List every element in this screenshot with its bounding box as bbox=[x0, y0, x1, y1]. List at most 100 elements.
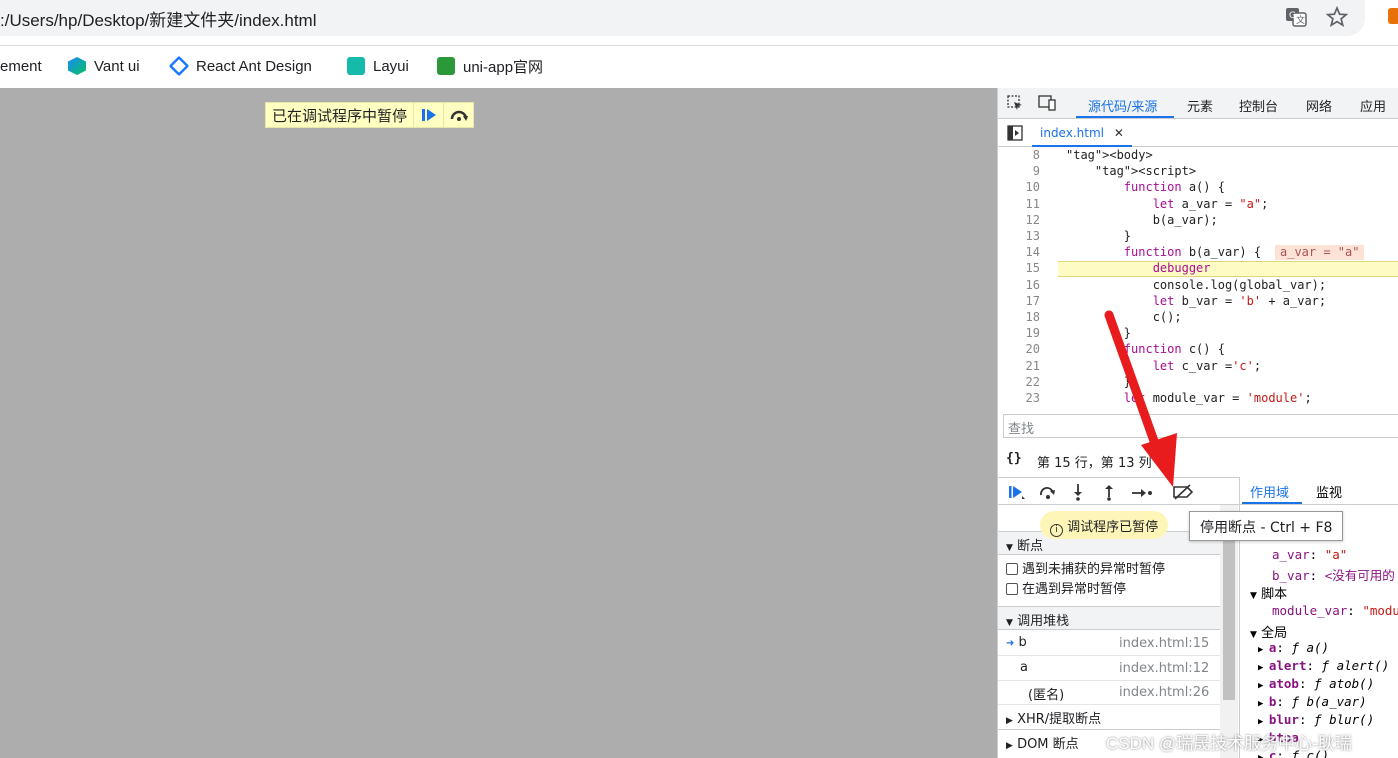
scope-global-entry[interactable]: ▶ alert: ƒ alert() bbox=[1258, 658, 1389, 673]
inspect-element-icon[interactable] bbox=[1007, 95, 1023, 111]
line-number[interactable]: 20 bbox=[998, 341, 1040, 357]
code-line[interactable]: 12 b(a_var); bbox=[998, 212, 1398, 228]
tab-elements[interactable]: 元素 bbox=[1187, 96, 1213, 115]
code-line[interactable]: 17 let b_var = 'b' + a_var; bbox=[998, 293, 1398, 309]
code-line[interactable]: 9 "tag"><script> bbox=[998, 163, 1398, 179]
device-toolbar-icon[interactable] bbox=[1038, 95, 1056, 111]
search-input[interactable]: 查找 bbox=[1003, 414, 1398, 438]
star-icon[interactable] bbox=[1325, 5, 1349, 28]
bookmark-label: React Ant Design bbox=[196, 57, 312, 75]
extension-icon[interactable] bbox=[1388, 8, 1398, 24]
frame-location[interactable]: index.html:15 bbox=[1119, 636, 1209, 651]
translate-icon[interactable]: G文 bbox=[1285, 6, 1307, 28]
toggle-navigator-icon[interactable] bbox=[1007, 125, 1023, 141]
checkbox[interactable] bbox=[1006, 563, 1018, 575]
line-number[interactable]: 15 bbox=[998, 260, 1040, 276]
line-number[interactable]: 14 bbox=[998, 244, 1040, 260]
line-number[interactable]: 13 bbox=[998, 228, 1040, 244]
bookmark-item[interactable]: uni-app官网 bbox=[437, 55, 543, 77]
vant-logo-icon bbox=[68, 57, 86, 75]
step-over-icon[interactable] bbox=[443, 103, 473, 127]
bookmarks-bar: ement Vant ui React Ant Design Layui uni… bbox=[0, 45, 1398, 88]
section-label: 调用堆栈 bbox=[1017, 614, 1070, 629]
line-number[interactable]: 8 bbox=[998, 147, 1040, 163]
url-text[interactable]: :/Users/hp/Desktop/新建文件夹/index.html bbox=[0, 6, 316, 31]
pause-caught-checkbox-row[interactable]: 在遇到异常时暂停 bbox=[998, 575, 1220, 599]
section-xhr-breakpoints[interactable]: ▶ XHR/提取断点 bbox=[998, 705, 1220, 729]
scope-section-script[interactable]: ▼ 脚本 bbox=[1250, 583, 1287, 602]
line-number[interactable]: 22 bbox=[998, 374, 1040, 390]
code-line[interactable]: 11 let a_var = "a"; bbox=[998, 196, 1398, 212]
code-line[interactable]: 23 let module_var = 'module'; bbox=[998, 390, 1398, 406]
resume-icon[interactable] bbox=[1008, 484, 1026, 504]
resume-icon[interactable] bbox=[413, 103, 443, 127]
code-line[interactable]: 13 } bbox=[998, 228, 1398, 244]
scrollbar[interactable] bbox=[1220, 505, 1238, 758]
step-over-icon[interactable] bbox=[1039, 484, 1057, 504]
close-icon[interactable]: ✕ bbox=[1114, 126, 1124, 140]
code-line[interactable]: 10 function a() { bbox=[998, 179, 1398, 195]
line-number[interactable]: 17 bbox=[998, 293, 1040, 309]
scope-global-entry[interactable]: ▶ b: ƒ b(a_var) bbox=[1258, 694, 1367, 709]
line-number[interactable]: 18 bbox=[998, 309, 1040, 325]
bookmark-item[interactable]: ement bbox=[0, 55, 42, 77]
tab-console[interactable]: 控制台 bbox=[1239, 96, 1278, 115]
section-callstack[interactable]: ▼ 调用堆栈 bbox=[998, 606, 1220, 630]
cursor-position-bar: {} 第 15 行，第 13 列 bbox=[998, 448, 1398, 474]
scope-global-entry[interactable]: ▶ a: ƒ a() bbox=[1258, 640, 1329, 655]
scope-var[interactable]: a_var: "a" bbox=[1272, 547, 1347, 562]
file-tab-index-html[interactable]: index.html ✕ bbox=[1032, 119, 1132, 147]
scope-var[interactable]: module_var: "modu bbox=[1272, 603, 1398, 618]
scope-section-global[interactable]: ▼ 全局 bbox=[1250, 622, 1287, 641]
tab-scope[interactable]: 作用域 bbox=[1250, 482, 1289, 501]
code-line[interactable]: 21 let c_var ='c'; bbox=[998, 358, 1398, 374]
callstack-frame[interactable]: (匿名) index.html:26 bbox=[998, 681, 1220, 705]
tab-watch[interactable]: 监视 bbox=[1316, 482, 1342, 501]
line-number[interactable]: 12 bbox=[998, 212, 1040, 228]
scrollbar-thumb[interactable] bbox=[1223, 540, 1235, 700]
red-arrow-annotation bbox=[1104, 310, 1177, 487]
code-line[interactable]: 15 debugger bbox=[998, 260, 1398, 276]
triangle-right-icon: ▶ bbox=[1258, 699, 1269, 709]
line-source: function b(a_var) { bbox=[1123, 245, 1262, 260]
step-into-icon[interactable] bbox=[1072, 483, 1084, 505]
line-number[interactable]: 11 bbox=[998, 196, 1040, 212]
line-source: "tag"><script> bbox=[1094, 164, 1197, 179]
line-number[interactable]: 16 bbox=[998, 277, 1040, 293]
callstack-frame[interactable]: ➜ b index.html:15 bbox=[998, 632, 1220, 656]
frame-location[interactable]: index.html:26 bbox=[1119, 685, 1209, 700]
bookmark-label: Vant ui bbox=[94, 57, 140, 75]
bookmark-item[interactable]: Vant ui bbox=[68, 55, 140, 77]
info-icon: i bbox=[1050, 524, 1063, 537]
code-line[interactable]: 19 } bbox=[998, 325, 1398, 341]
line-number[interactable]: 23 bbox=[998, 390, 1040, 406]
global-key: alert bbox=[1268, 658, 1307, 673]
code-editor[interactable]: 8 "tag"><body> 9 "tag"><script> 10 function… bbox=[998, 147, 1398, 409]
tab-network[interactable]: 网络 bbox=[1306, 96, 1332, 115]
triangle-right-icon: ▶ bbox=[1258, 645, 1269, 655]
paused-badge-label: 调试程序已暂停 bbox=[1067, 520, 1159, 535]
scope-global-entry[interactable]: ▶ atob: ƒ atob() bbox=[1258, 676, 1374, 691]
code-line[interactable]: 8 "tag"><body> bbox=[998, 147, 1398, 163]
bookmark-item[interactable]: Layui bbox=[347, 55, 409, 77]
paused-in-debugger-overlay: 已在调试程序中暂停 bbox=[265, 102, 475, 128]
line-number[interactable]: 9 bbox=[998, 163, 1040, 179]
bookmark-item[interactable]: React Ant Design bbox=[168, 55, 312, 77]
pretty-print-icon[interactable]: {} bbox=[1006, 451, 1022, 466]
frame-location[interactable]: index.html:12 bbox=[1119, 661, 1209, 676]
tab-sources[interactable]: 源代码/来源 bbox=[1088, 96, 1157, 115]
line-number[interactable]: 19 bbox=[998, 325, 1040, 341]
checkbox[interactable] bbox=[1006, 583, 1018, 595]
callstack-frame[interactable]: a index.html:12 bbox=[998, 657, 1220, 681]
code-line[interactable]: 22 } bbox=[998, 374, 1398, 390]
scope-var[interactable]: b_var: <没有可用的 bbox=[1272, 565, 1395, 584]
line-number[interactable]: 10 bbox=[998, 179, 1040, 195]
tab-application[interactable]: 应用 bbox=[1360, 96, 1386, 115]
code-line[interactable]: 18 c(); bbox=[998, 309, 1398, 325]
code-line[interactable]: 20 function c() { bbox=[998, 341, 1398, 357]
frame-name: b bbox=[1018, 635, 1027, 650]
triangle-right-icon: ▶ bbox=[1258, 663, 1269, 673]
scope-global-entry[interactable]: ▶ blur: ƒ blur() bbox=[1258, 712, 1374, 727]
line-number[interactable]: 21 bbox=[998, 358, 1040, 374]
code-line[interactable]: 16 console.log(global_var); bbox=[998, 277, 1398, 293]
